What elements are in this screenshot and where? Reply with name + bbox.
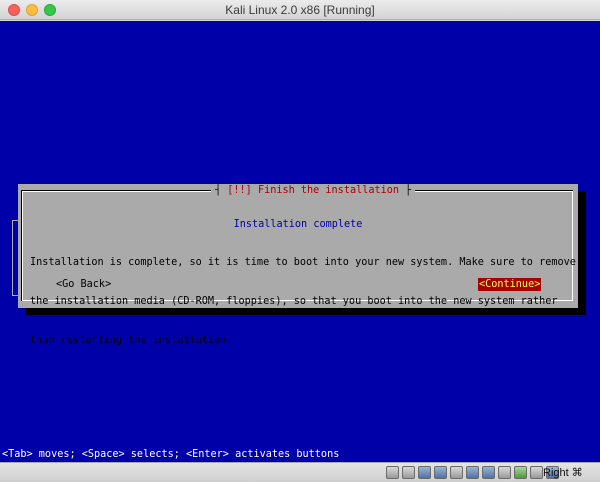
virtualbox-status-bar: Right ⌘: [0, 462, 600, 482]
window-title-bar[interactable]: Kali Linux 2.0 x86 [Running]: [0, 0, 600, 20]
continue-button[interactable]: <Continue>: [478, 278, 542, 291]
dialog-body-line: the installation media (CD-ROM, floppies…: [30, 296, 558, 307]
vm-screen[interactable]: ┤ [!!] Finish the installation ├ Install…: [0, 21, 600, 462]
guest-additions-icon[interactable]: [530, 466, 543, 479]
vm-device-icons: [386, 466, 559, 480]
recording-icon[interactable]: [482, 466, 495, 479]
shared-folders-icon[interactable]: [434, 466, 447, 479]
audio-icon[interactable]: [402, 466, 415, 479]
optical-drive-icon[interactable]: [386, 466, 399, 479]
usb-icon[interactable]: [418, 466, 431, 479]
installer-help-line: <Tab> moves; <Space> selects; <Enter> ac…: [2, 449, 340, 460]
dialog-title: ┤ [!!] Finish the installation ├: [211, 184, 416, 198]
host-key-label: Right ⌘: [543, 467, 583, 479]
mouse-integration-icon[interactable]: [498, 466, 511, 479]
dialog-body-line: than restarting the installation.: [30, 335, 233, 346]
dialog-body-line: Installation is complete, so it is time …: [30, 257, 576, 268]
go-back-button[interactable]: <Go Back>: [55, 278, 112, 291]
display-icon[interactable]: [450, 466, 463, 479]
dialog-body: Installation is complete, so it is time …: [30, 230, 576, 373]
dialog-title-text: [!!] Finish the installation: [227, 185, 400, 196]
finish-installation-dialog: ┤ [!!] Finish the installation ├ Install…: [18, 184, 578, 346]
network-icon[interactable]: [466, 466, 479, 479]
cpu-icon[interactable]: [514, 466, 527, 479]
window-title: Kali Linux 2.0 x86 [Running]: [225, 3, 375, 17]
